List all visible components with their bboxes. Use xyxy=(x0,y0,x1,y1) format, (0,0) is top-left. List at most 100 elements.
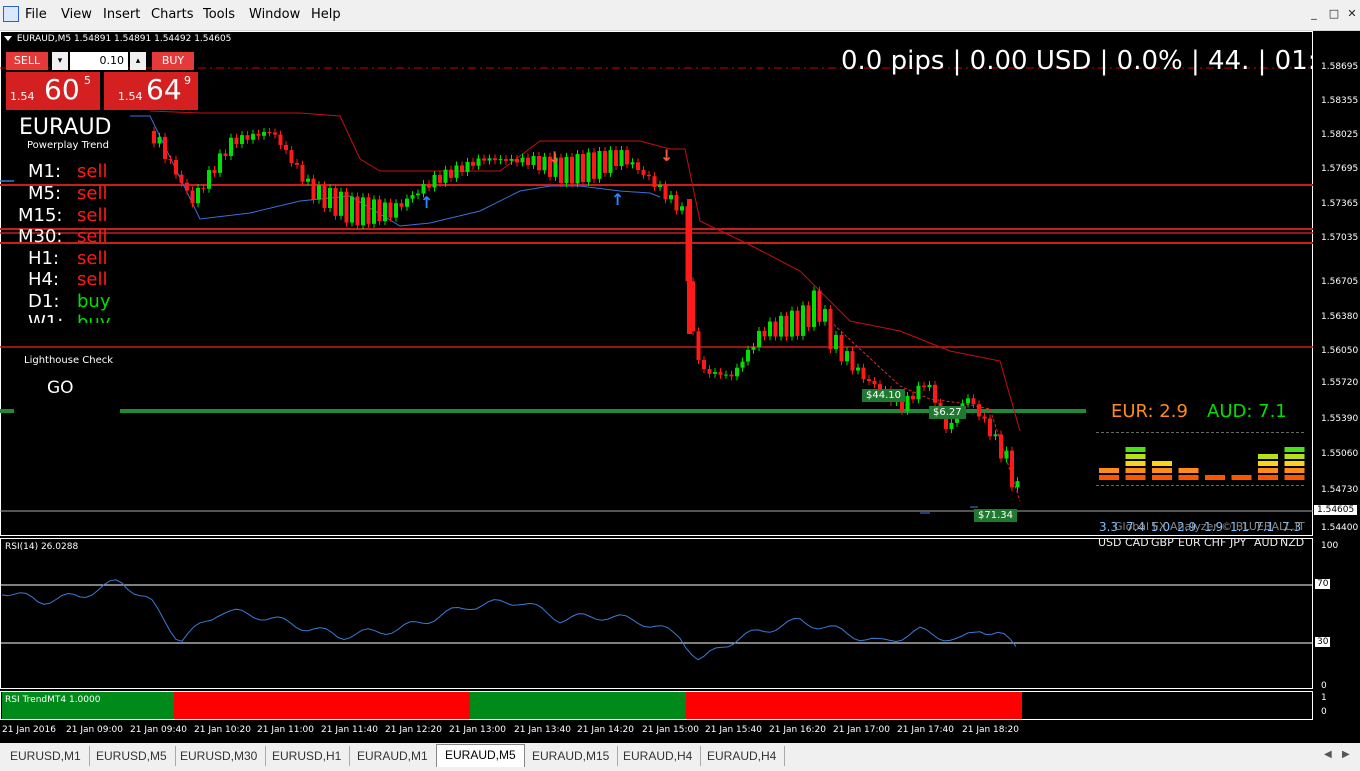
candle-body xyxy=(564,156,569,184)
one-click-trading-panel: SELL ▾ 0.10 ▴ BUY 1.54 60 5 1.54 64 9 xyxy=(4,50,198,112)
candle-body xyxy=(575,153,580,184)
candle-body xyxy=(300,164,305,182)
candle-body xyxy=(911,395,915,400)
candle-body xyxy=(537,156,541,171)
rsi-level-label: 70 xyxy=(1315,579,1331,589)
tab-eurusd-h1[interactable]: EURUSD,H1 xyxy=(264,746,351,766)
candle-body xyxy=(740,361,745,368)
candle-body xyxy=(801,305,805,336)
candle-body xyxy=(482,158,486,161)
price-axis-label: 1.58355 xyxy=(1321,96,1359,106)
time-axis-label: 21 Jan 17:40 xyxy=(897,725,954,735)
candle-body xyxy=(867,379,871,382)
tf-signal: sell xyxy=(77,183,108,204)
close-icon[interactable]: ✕ xyxy=(1344,6,1360,22)
menu-file[interactable]: File xyxy=(25,7,47,22)
candle-body xyxy=(278,134,283,145)
buy-price-sup: 9 xyxy=(184,74,191,87)
sell-price-button[interactable]: 1.54 60 5 xyxy=(6,72,100,110)
powerplay-panel: EURAUD Powerplay Trend M1: sell M5: sell… xyxy=(0,113,125,323)
currency-code: AUD xyxy=(1254,536,1279,549)
powerplay-subtitle: Powerplay Trend xyxy=(27,140,109,151)
price-axis-label: 1.54400 xyxy=(1321,523,1359,533)
candle-body xyxy=(658,184,662,187)
currency-code: GBP xyxy=(1151,536,1174,549)
candle-body xyxy=(1015,481,1020,488)
candle-body xyxy=(592,152,596,179)
time-axis-label: 21 Jan 14:20 xyxy=(577,725,634,735)
menu-view[interactable]: View xyxy=(61,7,92,22)
candle-body xyxy=(454,165,459,178)
scroll-left-icon[interactable]: ◀ xyxy=(1324,749,1332,760)
candle-body xyxy=(339,191,343,216)
price-axis-label: 1.58025 xyxy=(1321,130,1359,140)
menu-charts[interactable]: Charts xyxy=(151,7,194,22)
currency-code: JPY xyxy=(1230,536,1247,549)
minimize-icon[interactable]: _ xyxy=(1306,6,1322,22)
candle-body xyxy=(267,132,272,134)
currency-code: USD xyxy=(1098,536,1122,549)
tab-eurusd-m5[interactable]: EURUSD,M5 xyxy=(88,746,176,766)
price-axis-label: 1.58695 xyxy=(1321,62,1359,72)
price-chart[interactable]: ↑ ↓ ↑ ↓ xyxy=(0,31,1313,721)
tab-eurusd-m1[interactable]: EURUSD,M1 xyxy=(2,746,90,766)
candle-body xyxy=(344,191,349,223)
candle-body xyxy=(949,422,954,430)
candle-body xyxy=(687,199,692,334)
strength-bar-segment xyxy=(1284,454,1305,459)
price-axis-label: 1.57365 xyxy=(1321,199,1359,209)
time-axis-label: 21 Jan 2016 xyxy=(2,725,56,735)
time-axis-label: 21 Jan 13:40 xyxy=(514,725,571,735)
price-axis-label: 1.56050 xyxy=(1321,346,1359,356)
tf-signal: buy xyxy=(77,291,111,312)
tab-euraud-h4[interactable]: EURAUD,H4 xyxy=(615,746,702,766)
strength-bar-segment xyxy=(1099,468,1119,473)
menu-tools[interactable]: Tools xyxy=(203,7,235,22)
menu-window[interactable]: Window xyxy=(249,7,300,22)
tab-euraud-h4-2[interactable]: EURAUD,H4 xyxy=(699,746,786,766)
candle-body xyxy=(652,176,657,187)
chart-window[interactable]: ↑ ↓ ↑ ↓ EURAUD,M5 1.54891 1.54891 1.5449… xyxy=(0,31,1360,743)
candle-body xyxy=(520,157,525,163)
candle-body xyxy=(284,144,288,151)
candle-body xyxy=(625,150,629,165)
strength-bar-segment xyxy=(1231,475,1252,480)
buy-button[interactable]: BUY xyxy=(152,52,194,70)
candle-body xyxy=(982,416,987,419)
lot-up-icon[interactable]: ▴ xyxy=(130,52,146,70)
candle-body xyxy=(262,132,266,136)
time-axis-label: 21 Jan 09:40 xyxy=(130,725,187,735)
rsi-label: RSI(14) 26.0288 xyxy=(5,542,79,552)
lot-down-icon[interactable]: ▾ xyxy=(52,52,68,70)
tab-euraud-m15[interactable]: EURAUD,M15 xyxy=(524,746,619,766)
time-axis-label: 21 Jan 15:00 xyxy=(642,725,699,735)
tab-euraud-m1[interactable]: EURAUD,M1 xyxy=(349,746,437,766)
time-axis-label: 21 Jan 16:20 xyxy=(769,725,826,735)
price-axis-label: 1.56380 xyxy=(1321,312,1359,322)
scroll-right-icon[interactable]: ▶ xyxy=(1342,749,1350,760)
tab-euraud-m5[interactable]: EURAUD,M5 xyxy=(436,744,525,767)
current-price-tag: 1.54605 xyxy=(1314,505,1358,515)
candle-body xyxy=(916,385,921,400)
candle-body xyxy=(509,158,514,161)
candle-body xyxy=(784,315,789,337)
candle-body xyxy=(729,374,734,377)
lot-size-input[interactable]: 0.10 xyxy=(70,52,128,70)
buy-price-button[interactable]: 1.54 64 9 xyxy=(104,72,198,110)
strength-bar-segment xyxy=(1152,475,1172,480)
candle-body xyxy=(823,309,827,322)
strength-bar-segment xyxy=(1125,461,1146,466)
candle-body xyxy=(476,158,481,166)
candle-body xyxy=(317,185,321,200)
candle-body xyxy=(702,359,706,370)
candle-body xyxy=(163,136,167,160)
restore-icon[interactable]: □ xyxy=(1326,6,1342,22)
rsi-level-label: 100 xyxy=(1321,541,1339,551)
app-icon[interactable] xyxy=(3,6,19,22)
menu-help[interactable]: Help xyxy=(311,7,341,22)
sell-button[interactable]: SELL xyxy=(6,52,48,70)
menu-insert[interactable]: Insert xyxy=(103,7,140,22)
candle-body xyxy=(487,158,492,161)
candle-body xyxy=(614,150,618,166)
tab-eurusd-m30[interactable]: EURUSD,M30 xyxy=(172,746,267,766)
